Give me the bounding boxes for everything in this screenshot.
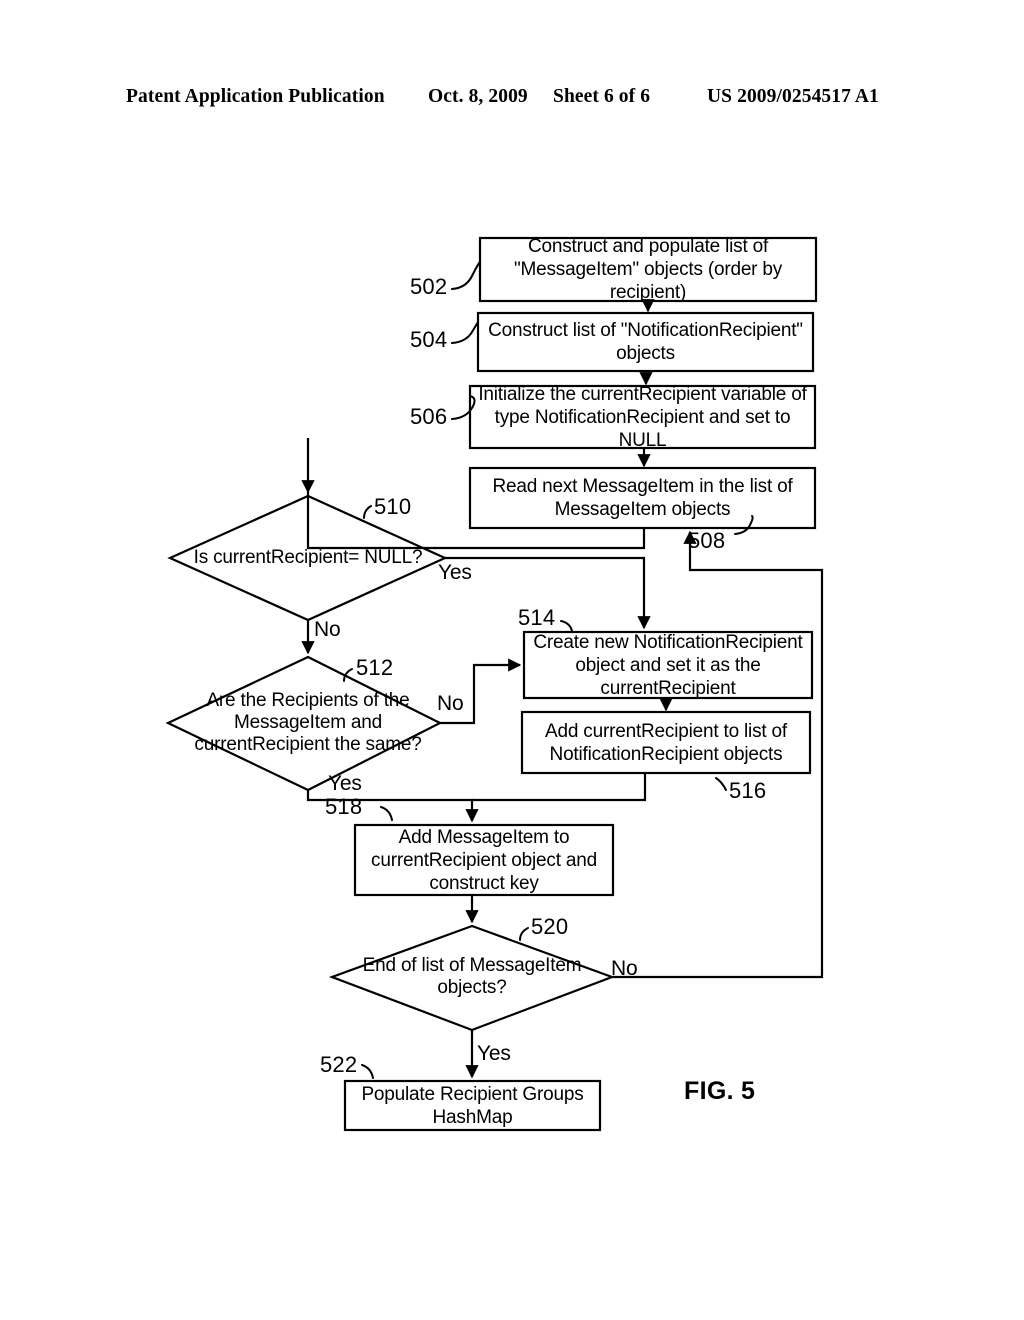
ref-number-520: 520 [531, 914, 569, 939]
ref-number-516: 516 [729, 778, 767, 803]
branch-label-512-yes: Yes [328, 772, 362, 795]
node-514-label: Create new NotificationRecipient object … [533, 631, 803, 699]
branch-label-510-no: No [314, 618, 341, 641]
node-502-label: Construct and populate list of "MessageI… [513, 236, 783, 303]
node-512-label: Are the Recipients of the MessageItem an… [194, 690, 422, 755]
node-510-label: Is currentRecipient= NULL? [193, 547, 423, 568]
ref-number-512: 512 [356, 655, 394, 680]
ref-number-514: 514 [518, 605, 556, 630]
leader-510 [363, 505, 372, 519]
node-516-label: Add currentRecipient to list of Notifica… [545, 720, 787, 765]
leader-520 [519, 927, 529, 941]
node-522-label: Populate Recipient Groups HashMap [361, 1083, 584, 1128]
patent-figure-page: Patent Application Publication Oct. 8, 2… [0, 0, 1024, 1320]
ref-number-506: 506 [410, 404, 448, 429]
node-504-label: Construct list of "NotificationRecipient… [488, 320, 803, 364]
node-520-label: End of list of MessageItem objects? [362, 955, 582, 998]
branch-label-520-yes: Yes [477, 1042, 511, 1065]
ref-number-518: 518 [325, 794, 363, 819]
branch-label-512-no: No [437, 692, 464, 715]
leader-504 [451, 321, 479, 344]
ref-number-510: 510 [374, 494, 412, 519]
ref-number-504: 504 [410, 327, 448, 352]
node-518-label: Add MessageItem to currentRecipient obje… [371, 826, 597, 894]
connector-516-518 [472, 773, 647, 802]
leader-502 [451, 261, 481, 290]
leader-514 [560, 620, 573, 632]
leader-522 [361, 1064, 374, 1079]
ref-number-502: 502 [410, 274, 448, 299]
leader-516 [715, 777, 727, 791]
node-508-label: Read next MessageItem in the list of Mes… [492, 476, 793, 520]
branch-label-510-yes: Yes [438, 561, 472, 584]
node-506-label: Initialize the currentRecipient variable… [478, 383, 807, 451]
ref-number-508: 508 [688, 528, 726, 553]
figure-label: FIG. 5 [684, 1077, 756, 1105]
leader-518 [380, 806, 393, 821]
ref-number-522: 522 [320, 1052, 358, 1077]
branch-label-520-no: No [611, 957, 638, 980]
